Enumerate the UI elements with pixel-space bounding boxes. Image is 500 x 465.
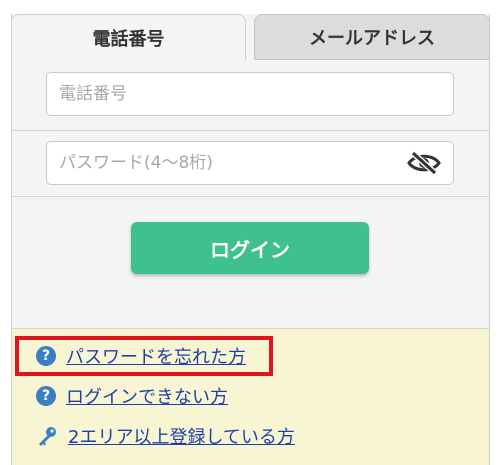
cannot-login-link[interactable]: ? ログインできない方 — [36, 381, 228, 411]
tab-email[interactable]: メールアドレス — [254, 14, 490, 60]
multi-area-label[interactable]: 2エリア以上登録している方 — [68, 423, 295, 449]
divider — [12, 130, 489, 131]
key-icon — [39, 427, 56, 446]
phone-input[interactable] — [57, 83, 401, 105]
phone-field[interactable] — [46, 72, 454, 116]
tab-phone[interactable]: 電話番号 — [11, 14, 246, 61]
password-field[interactable] — [46, 141, 454, 185]
cannot-login-label[interactable]: ログインできない方 — [66, 383, 228, 409]
eye-slash-icon[interactable] — [407, 151, 441, 175]
highlight-box — [15, 336, 273, 376]
divider — [12, 196, 489, 197]
tab-bar: 電話番号 メールアドレス — [11, 14, 490, 61]
password-input[interactable] — [57, 152, 401, 174]
multi-area-link[interactable]: 2エリア以上登録している方 — [36, 421, 295, 451]
login-button[interactable]: ログイン — [131, 222, 369, 274]
question-circle-icon: ? — [36, 386, 56, 406]
